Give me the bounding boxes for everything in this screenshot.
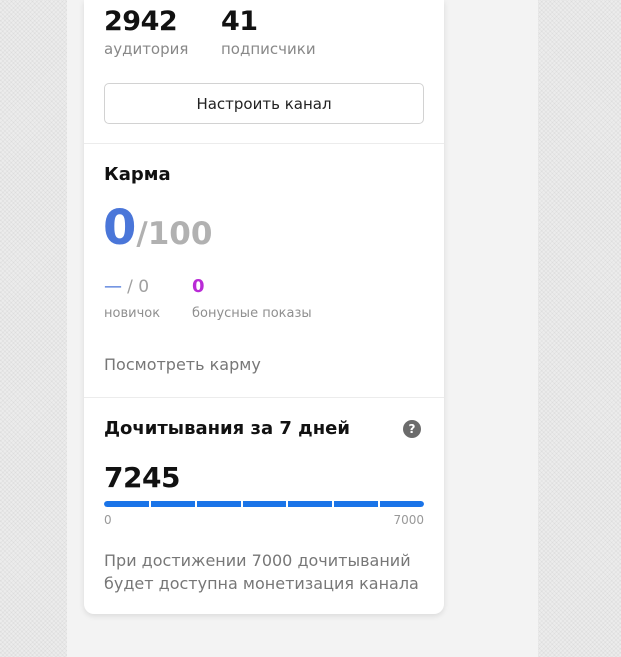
bonus-views-label: бонусные показы [192,306,312,321]
section-divider [84,397,444,398]
novice-stat: — / 0 [104,276,149,297]
karma-score: 0 /100 [103,204,212,252]
progress-min-label: 0 [104,513,112,527]
novice-suffix: / 0 [127,277,150,297]
channel-sidebar-card: 2942 аудитория 41 подписчики Настроить к… [84,0,444,614]
karma-title: Карма [104,164,171,185]
subscribers-count: 41 [221,6,258,37]
progress-tick [195,501,197,507]
progress-max-label: 7000 [393,513,424,527]
karma-max: /100 [136,216,213,252]
progress-tick [286,501,288,507]
progress-tick [149,501,151,507]
bonus-views-value: 0 [192,276,205,297]
question-icon[interactable]: ? [403,420,421,438]
progress-tick [378,501,380,507]
reads-value: 7245 [104,461,180,494]
novice-dash: — [104,276,122,297]
reads-progress-bar [104,501,424,507]
novice-label: новичок [104,306,161,321]
reads-progress-fill [104,501,424,507]
configure-channel-button[interactable]: Настроить канал [104,83,424,124]
audience-count: 2942 [104,6,178,37]
subscribers-label: подписчики [221,40,316,58]
monetization-info: При достижении 7000 дочитываний будет до… [104,551,419,593]
audience-label: аудитория [104,40,189,58]
karma-value: 0 [103,200,137,256]
section-divider [84,143,444,144]
reads-title: Дочитывания за 7 дней [104,418,350,439]
view-karma-link[interactable]: Посмотреть карму [104,355,261,374]
progress-tick [241,501,243,507]
progress-tick [332,501,334,507]
